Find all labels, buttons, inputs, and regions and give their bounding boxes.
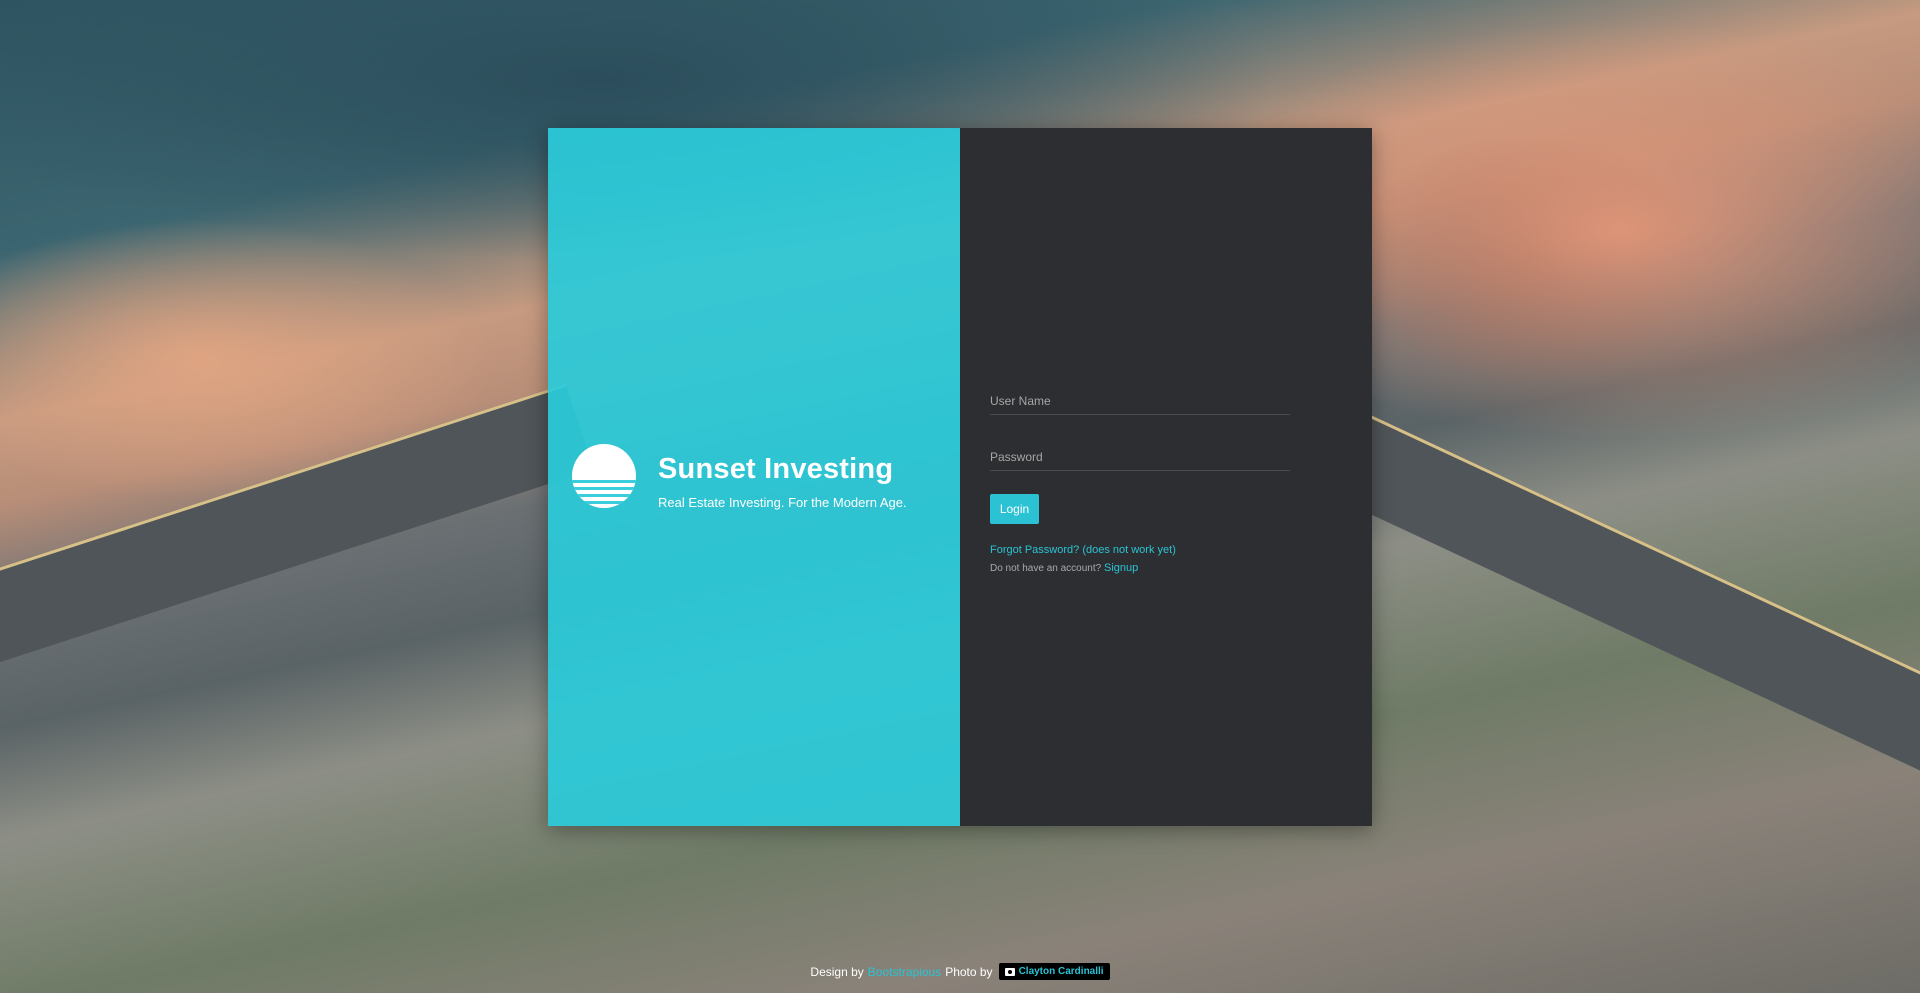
brand: Sunset Investing Real Estate Investing. …: [572, 444, 907, 511]
login-form: Login Forgot Password? (does not work ye…: [990, 387, 1290, 574]
login-button[interactable]: Login: [990, 494, 1039, 524]
password-field-wrapper: [990, 443, 1290, 471]
login-card: Sunset Investing Real Estate Investing. …: [548, 128, 1372, 826]
bootstrapious-link[interactable]: Bootstrapious: [868, 965, 941, 979]
signup-line: Do not have an account? Signup: [990, 562, 1290, 574]
no-account-text: Do not have an account?: [990, 563, 1102, 574]
logo-stripe: [572, 480, 636, 483]
footer-credits: Design by Bootstrapious Photo by Clayton…: [0, 963, 1920, 980]
brand-panel: Sunset Investing Real Estate Investing. …: [548, 128, 960, 826]
brand-tagline: Real Estate Investing. For the Modern Ag…: [658, 495, 907, 510]
logo-stripe: [572, 494, 636, 497]
brand-title: Sunset Investing: [658, 453, 894, 485]
logo-stripe: [572, 501, 636, 504]
photographer-badge[interactable]: Clayton Cardinalli: [998, 963, 1110, 980]
username-input[interactable]: [990, 387, 1290, 414]
sunset-logo-icon: [572, 444, 636, 508]
username-field-wrapper: [990, 387, 1290, 415]
signup-link[interactable]: Signup: [1104, 562, 1138, 574]
login-panel: Login Forgot Password? (does not work ye…: [960, 128, 1372, 826]
brand-text: Sunset Investing Real Estate Investing. …: [658, 444, 907, 511]
design-by-text: Design by: [810, 964, 864, 979]
photo-by-text: Photo by: [945, 964, 993, 979]
forgot-password-link[interactable]: Forgot Password? (does not work yet): [990, 544, 1290, 556]
camera-icon: [1004, 967, 1015, 976]
photographer-name: Clayton Cardinalli: [1018, 966, 1104, 977]
password-input[interactable]: [990, 443, 1290, 470]
logo-stripe: [572, 487, 636, 490]
